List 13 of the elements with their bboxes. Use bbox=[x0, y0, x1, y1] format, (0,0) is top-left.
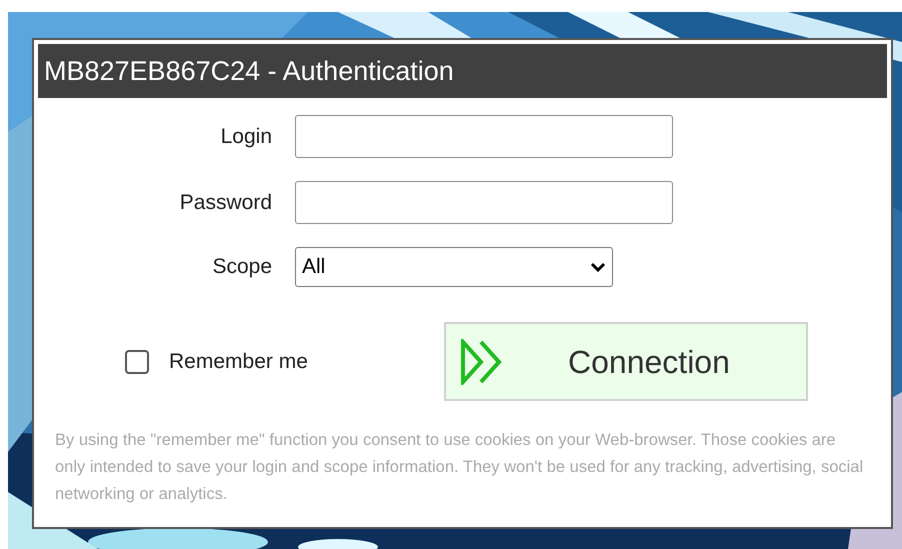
scope-dropdown[interactable]: All bbox=[295, 247, 613, 287]
checkbox-label: Remember me bbox=[169, 348, 308, 375]
cookie-notice: By using the "remember me" function you consent to use cookies on your Web-browser. Those cookies are only intended to save your login and scope information. They won't be used for any tracking, advertising, social networking or analytics. bbox=[55, 430, 864, 505]
field-label: Login bbox=[220, 124, 273, 150]
window-title: MB827EB867C24 - Authentication bbox=[44, 54, 454, 88]
chevron-down-icon bbox=[590, 262, 606, 272]
field-label: Password bbox=[178, 190, 273, 216]
connection-button[interactable]: Connection bbox=[444, 322, 808, 401]
double-chevron-icon bbox=[460, 338, 502, 384]
remember-checkbox[interactable] bbox=[125, 350, 149, 374]
field-label: Scope bbox=[211, 254, 273, 280]
password-field[interactable] bbox=[295, 181, 673, 224]
login-field[interactable] bbox=[295, 115, 673, 158]
